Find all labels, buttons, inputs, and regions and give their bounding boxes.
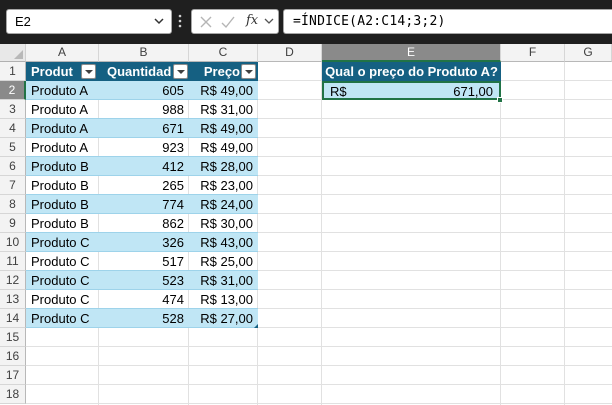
row-header-14[interactable]: 14 bbox=[0, 309, 26, 328]
table-cell[interactable]: R$ 28,00 bbox=[189, 157, 258, 176]
column-header-c[interactable]: C bbox=[189, 44, 258, 62]
table-header-preco-label: Preço bbox=[203, 64, 240, 79]
table-cell[interactable]: 523 bbox=[99, 271, 189, 290]
table-cell[interactable]: R$ 24,00 bbox=[189, 195, 258, 214]
table-cell[interactable]: 671 bbox=[99, 119, 189, 138]
table-cell[interactable]: R$ 31,00 bbox=[189, 100, 258, 119]
table-cell[interactable]: R$ 13,00 bbox=[189, 290, 258, 309]
table-cell[interactable]: 774 bbox=[99, 195, 189, 214]
worksheet-grid: A B C D E F G 1 2 3 4 5 6 7 8 9 10 11 12 13 14 15 16 17 1… bbox=[0, 44, 612, 405]
filter-dropdown-icon[interactable] bbox=[241, 64, 256, 79]
filter-dropdown-icon[interactable] bbox=[173, 64, 188, 79]
table-cell[interactable]: 923 bbox=[99, 138, 189, 157]
row-header-1[interactable]: 1 bbox=[0, 62, 26, 81]
row-header-8[interactable]: 8 bbox=[0, 195, 26, 214]
table-cell[interactable]: Produto C bbox=[26, 290, 99, 309]
more-options-icon[interactable] bbox=[177, 11, 183, 31]
name-box-value: E2 bbox=[15, 14, 31, 29]
table-cell[interactable]: Produto C bbox=[26, 309, 99, 328]
table-cell[interactable]: R$ 49,00 bbox=[189, 119, 258, 138]
table-cell[interactable]: 517 bbox=[99, 252, 189, 271]
row-header-13[interactable]: 13 bbox=[0, 290, 26, 309]
table-cell[interactable]: 412 bbox=[99, 157, 189, 176]
table-cell[interactable]: R$ 27,00 bbox=[189, 309, 258, 328]
name-box[interactable]: E2 bbox=[6, 9, 172, 34]
table-cell[interactable]: 474 bbox=[99, 290, 189, 309]
formula-input[interactable]: =ÍNDICE(A2:C14;3;2) bbox=[283, 9, 612, 34]
table-header-produto-label: Produt bbox=[31, 64, 73, 79]
row-header-10[interactable]: 10 bbox=[0, 233, 26, 252]
fill-handle[interactable] bbox=[497, 97, 503, 103]
function-dropdown-icon[interactable] bbox=[264, 16, 274, 26]
table-cell[interactable]: Produto B bbox=[26, 157, 99, 176]
table-cell[interactable]: R$ 23,00 bbox=[189, 176, 258, 195]
select-all-button[interactable] bbox=[0, 44, 26, 62]
row-header-17[interactable]: 17 bbox=[0, 366, 26, 385]
cancel-icon[interactable] bbox=[198, 14, 214, 30]
enter-check-icon[interactable] bbox=[220, 14, 236, 30]
row-header-16[interactable]: 16 bbox=[0, 347, 26, 366]
cells-area[interactable]: Produt Quantidad Preço Produto A 605 R$ 49… bbox=[26, 62, 612, 405]
question-header[interactable]: Qual o preço do Produto A? bbox=[322, 62, 501, 81]
row-header-6[interactable]: 6 bbox=[0, 157, 26, 176]
table-cell[interactable]: Produto B bbox=[26, 176, 99, 195]
table-cell[interactable]: 528 bbox=[99, 309, 189, 328]
formula-bar-area: E2 fx =ÍNDICE(A2:C14;3;2) bbox=[0, 0, 612, 44]
table-cell[interactable]: Produto C bbox=[26, 252, 99, 271]
table-cell[interactable]: Produto B bbox=[26, 195, 99, 214]
row-header-5[interactable]: 5 bbox=[0, 138, 26, 157]
table-cell[interactable]: 265 bbox=[99, 176, 189, 195]
row-header-4[interactable]: 4 bbox=[0, 119, 26, 138]
table-cell[interactable]: 605 bbox=[99, 81, 189, 100]
selected-cell-e2[interactable]: R$ 671,00 bbox=[322, 81, 501, 100]
filter-dropdown-icon[interactable] bbox=[81, 64, 96, 79]
table-header-quantidade-label: Quantidad bbox=[107, 64, 172, 79]
table-cell[interactable]: Produto A bbox=[26, 119, 99, 138]
column-header-g[interactable]: G bbox=[565, 44, 612, 62]
table-cell[interactable]: Produto A bbox=[26, 100, 99, 119]
table-cell[interactable]: R$ 30,00 bbox=[189, 214, 258, 233]
table-cell[interactable]: R$ 49,00 bbox=[189, 81, 258, 100]
column-header-d[interactable]: D bbox=[258, 44, 322, 62]
table-cell[interactable]: R$ 25,00 bbox=[189, 252, 258, 271]
result-value: 671,00 bbox=[453, 84, 493, 99]
table-cell[interactable]: R$ 49,00 bbox=[189, 138, 258, 157]
formula-buttons: fx bbox=[191, 9, 279, 34]
row-header-7[interactable]: 7 bbox=[0, 176, 26, 195]
insert-function-icon[interactable]: fx bbox=[246, 13, 258, 28]
table-cell[interactable]: R$ 43,00 bbox=[189, 233, 258, 252]
chevron-down-icon[interactable] bbox=[153, 14, 165, 28]
column-header-b[interactable]: B bbox=[99, 44, 189, 62]
table-resize-handle[interactable] bbox=[254, 324, 258, 328]
table-cell[interactable]: 988 bbox=[99, 100, 189, 119]
row-header-18[interactable]: 18 bbox=[0, 385, 26, 404]
table-cell[interactable]: Produto C bbox=[26, 271, 99, 290]
formula-text: =ÍNDICE(A2:C14;3;2) bbox=[293, 14, 446, 29]
table-cell[interactable]: R$ 31,00 bbox=[189, 271, 258, 290]
row-header-15[interactable]: 15 bbox=[0, 328, 26, 347]
column-header-a[interactable]: A bbox=[26, 44, 99, 62]
table-cell[interactable]: 326 bbox=[99, 233, 189, 252]
row-header-3[interactable]: 3 bbox=[0, 100, 26, 119]
row-header-9[interactable]: 9 bbox=[0, 214, 26, 233]
table-cell[interactable]: 862 bbox=[99, 214, 189, 233]
row-header-12[interactable]: 12 bbox=[0, 271, 26, 290]
column-header-e[interactable]: E bbox=[322, 44, 501, 62]
table-cell[interactable]: Produto C bbox=[26, 233, 99, 252]
table-cell[interactable]: Produto A bbox=[26, 138, 99, 157]
table-cell[interactable]: Produto B bbox=[26, 214, 99, 233]
row-header-2[interactable]: 2 bbox=[0, 81, 26, 100]
row-header-11[interactable]: 11 bbox=[0, 252, 26, 271]
currency-symbol: R$ bbox=[330, 84, 347, 99]
column-header-f[interactable]: F bbox=[501, 44, 565, 62]
table-cell[interactable]: Produto A bbox=[26, 81, 99, 100]
